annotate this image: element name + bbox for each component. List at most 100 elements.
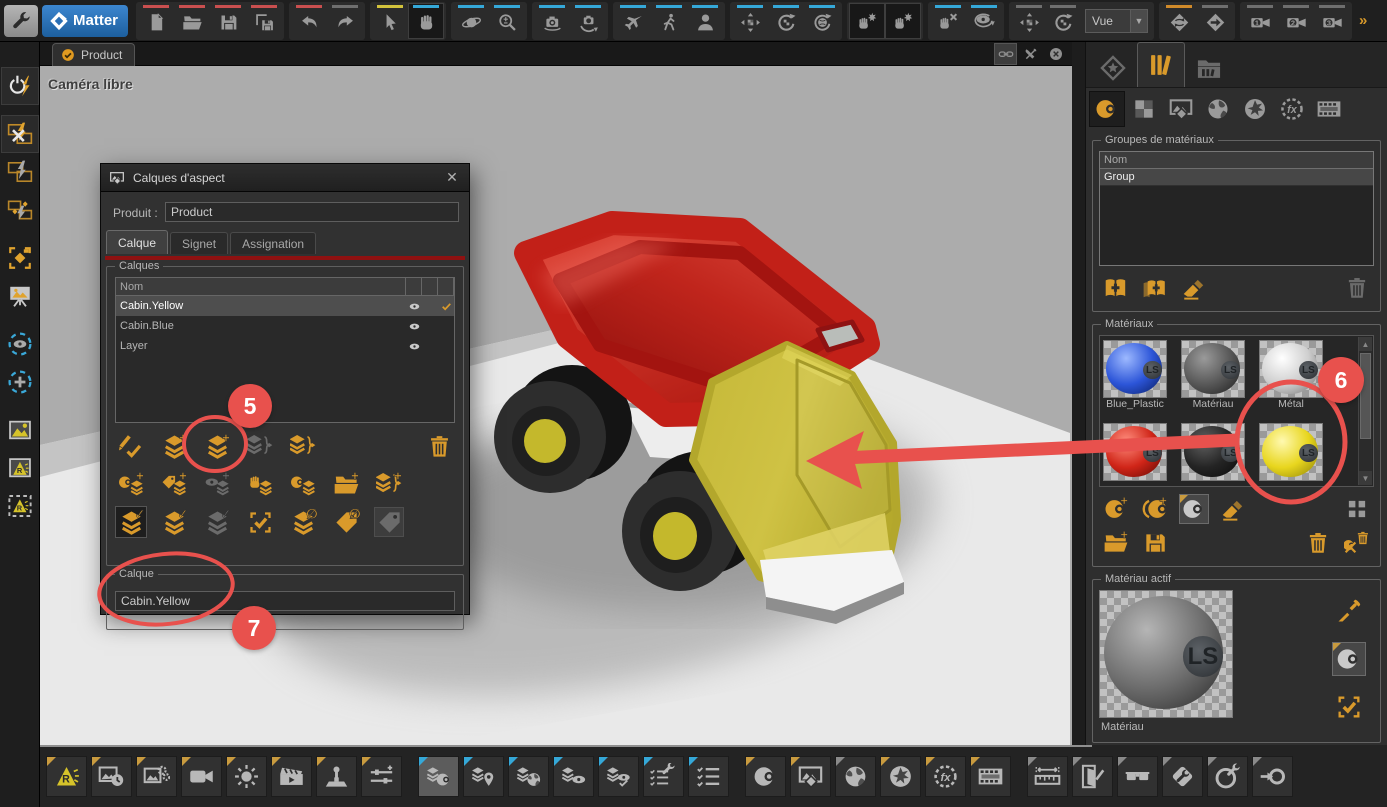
save[interactable]: [211, 4, 245, 38]
add-visibility-layer[interactable]: +: [202, 469, 232, 499]
pan-tool[interactable]: [409, 4, 443, 38]
environment-layers[interactable]: [508, 756, 549, 797]
visibility-layers[interactable]: [553, 756, 594, 797]
group-row[interactable]: Group: [1100, 169, 1373, 186]
interaction-editor[interactable]: [316, 756, 357, 797]
extract-layer[interactable]: [288, 431, 318, 461]
render-window-off[interactable]: [2, 116, 38, 152]
translate-object[interactable]: [733, 4, 767, 38]
stereo-view[interactable]: [1117, 756, 1158, 797]
next-view[interactable]: [1198, 4, 1232, 38]
material-mode[interactable]: [1179, 494, 1209, 524]
active-material-thumb[interactable]: LS: [1099, 590, 1233, 718]
view-select[interactable]: Vue ▼: [1085, 9, 1148, 33]
configuration-list[interactable]: [688, 756, 729, 797]
add-tag-layer[interactable]: +: [159, 469, 189, 499]
lib-textures[interactable]: [1127, 92, 1161, 126]
render-region[interactable]: R: [2, 488, 38, 524]
material-sphere-Blue_Plastic[interactable]: LS: [1103, 340, 1167, 398]
new-file[interactable]: [139, 4, 173, 38]
tab-database[interactable]: [1185, 49, 1233, 87]
pick-material[interactable]: [1332, 594, 1366, 628]
new-layer-folder[interactable]: +: [331, 469, 361, 499]
cameras-editor[interactable]: [181, 756, 222, 797]
tab-products[interactable]: [1089, 49, 1137, 87]
apply-layer-all[interactable]: ✓: [116, 507, 146, 537]
lib-effects[interactable]: fx: [1275, 92, 1309, 126]
presentation-screen[interactable]: [2, 278, 38, 314]
undo[interactable]: [292, 4, 326, 38]
eye-icon[interactable]: [408, 340, 421, 353]
tab-product[interactable]: Product: [52, 43, 135, 66]
exclude-layers[interactable]: ∅: [288, 507, 318, 537]
aspect-layers-editor[interactable]: [418, 756, 459, 797]
tag-disabled[interactable]: [374, 507, 404, 537]
interact-mode-alt[interactable]: [886, 4, 920, 38]
viewport-tools[interactable]: [1020, 44, 1041, 64]
target-mode[interactable]: [1252, 756, 1293, 797]
check-icon[interactable]: [440, 300, 453, 313]
toolbar-overflow-button[interactable]: »: [1359, 12, 1367, 29]
render-settings[interactable]: [136, 756, 177, 797]
delete-layer[interactable]: [424, 431, 454, 461]
column-name-header[interactable]: Nom: [116, 278, 406, 295]
add-material-group[interactable]: [1101, 273, 1131, 303]
column-active-header[interactable]: [438, 278, 454, 295]
eye-icon[interactable]: [408, 320, 421, 333]
table-row[interactable]: Cabin.Yellow: [116, 296, 454, 316]
launcher-button[interactable]: [4, 5, 38, 37]
observer-mode[interactable]: [688, 4, 722, 38]
render-queue[interactable]: [91, 756, 132, 797]
duplicate-material-group[interactable]: [1140, 273, 1170, 303]
table-row[interactable]: Cabin.Blue: [116, 316, 454, 336]
textures-library[interactable]: [790, 756, 831, 797]
product-field[interactable]: [165, 202, 459, 222]
rename-layer[interactable]: [116, 431, 146, 461]
chevron-down-icon[interactable]: ▼: [1130, 10, 1147, 32]
thumbnail-size[interactable]: [1342, 494, 1372, 524]
position-layers[interactable]: [463, 756, 504, 797]
grab-to-layer[interactable]: [245, 469, 275, 499]
material-sphere-black[interactable]: LS: [1181, 423, 1245, 481]
scroll-down-icon[interactable]: ▼: [1359, 471, 1372, 485]
add-aspect-layer[interactable]: +: [202, 431, 232, 461]
overlays-library[interactable]: [880, 756, 921, 797]
tab-signet[interactable]: Signet: [170, 232, 228, 254]
eye-icon[interactable]: [408, 300, 421, 313]
import-material[interactable]: +: [1101, 528, 1131, 558]
isolate-view[interactable]: [2, 326, 38, 362]
apply-layer-stack[interactable]: ✓: [159, 507, 189, 537]
lib-images[interactable]: [1164, 92, 1198, 126]
measure-tool[interactable]: [1027, 756, 1068, 797]
select-tool[interactable]: [373, 4, 407, 38]
realtime-render-toggle[interactable]: [2, 68, 38, 104]
rename-material[interactable]: [1218, 494, 1248, 524]
render[interactable]: R: [46, 756, 87, 797]
duplicate-material[interactable]: +: [1140, 494, 1170, 524]
environments-library[interactable]: [835, 756, 876, 797]
visibility-check-layers[interactable]: [598, 756, 639, 797]
orbit-tool[interactable]: [454, 4, 488, 38]
add-layer[interactable]: +: [159, 431, 189, 461]
look-around[interactable]: [967, 4, 1001, 38]
rename-material-group[interactable]: [1179, 273, 1209, 303]
exclude-tag[interactable]: ∅: [331, 507, 361, 537]
column-lock-header[interactable]: [422, 278, 438, 295]
purge-unused-materials[interactable]: [1342, 528, 1372, 558]
apply-layer-single[interactable]: ✓: [202, 507, 232, 537]
tab-libraries[interactable]: [1137, 42, 1185, 87]
swap-view[interactable]: [1162, 4, 1196, 38]
render-image[interactable]: R: [2, 450, 38, 486]
camera-preset-1[interactable]: 1: [1243, 4, 1277, 38]
open-file[interactable]: [175, 4, 209, 38]
link-views[interactable]: [995, 44, 1016, 64]
extract-layer-gray[interactable]: [245, 431, 275, 461]
close-view[interactable]: [1045, 44, 1066, 64]
active-material-mode[interactable]: [1332, 642, 1366, 676]
preferences[interactable]: [1162, 756, 1203, 797]
lighting-editor[interactable]: [226, 756, 267, 797]
lib-videos[interactable]: [1312, 92, 1346, 126]
render-window-materials[interactable]: [2, 192, 38, 228]
materials-library[interactable]: [745, 756, 786, 797]
annotation-tool[interactable]: [1072, 756, 1113, 797]
